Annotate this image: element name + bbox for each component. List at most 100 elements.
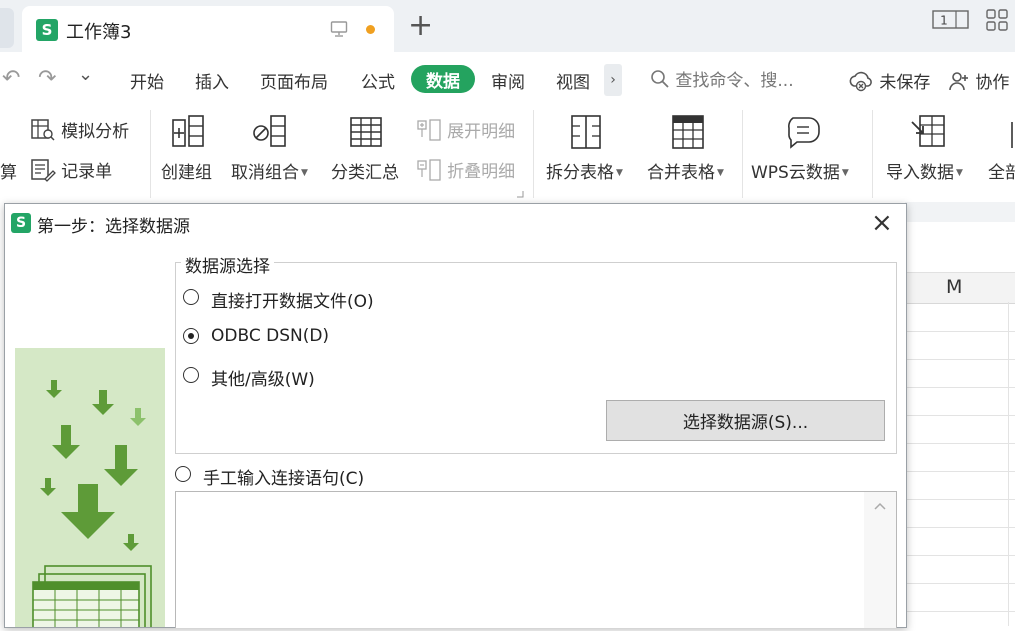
connection-string-textarea[interactable] <box>175 491 897 628</box>
expand-detail-button[interactable]: 展开明细 <box>416 117 515 142</box>
grid-row-line <box>905 555 1015 556</box>
collaborate-label: 协作 <box>975 73 1010 93</box>
record-form-label: 记录单 <box>61 162 113 182</box>
tab-formulas[interactable]: 公式 <box>361 68 395 93</box>
collapse-detail-label: 折叠明细 <box>447 162 516 182</box>
record-form-icon <box>31 159 56 182</box>
radio-manual-connection[interactable] <box>175 466 191 482</box>
subtotal-icon <box>350 117 382 147</box>
grid-row-line <box>905 415 1015 416</box>
merge-table-icon <box>672 115 704 149</box>
create-group-label: 创建组 <box>161 163 212 183</box>
close-icon[interactable]: × <box>871 208 893 238</box>
radio-other-advanced[interactable] <box>183 367 199 383</box>
command-search[interactable]: 查找命令、搜... <box>650 66 794 91</box>
tab-insert[interactable]: 插入 <box>195 68 229 93</box>
select-data-source-button[interactable]: 选择数据源(S)... <box>606 400 885 441</box>
partial-ribbon-label[interactable]: 算 <box>0 158 17 183</box>
grid-row-line <box>905 527 1015 528</box>
radio-open-data-file[interactable] <box>183 289 199 305</box>
wps-spreadsheet-logo-icon: S <box>36 19 58 41</box>
tab-page-layout[interactable]: 页面布局 <box>260 68 328 93</box>
grid-column-line <box>1008 302 1009 626</box>
quick-access-dropdown-icon[interactable]: ⌄ <box>78 64 93 85</box>
previous-tab-stub[interactable] <box>0 8 14 48</box>
refresh-all-icon <box>1011 122 1013 148</box>
wps-cloud-data-label: WPS云数据 ▼ <box>751 163 849 183</box>
undo-icon[interactable]: ↶ <box>2 66 20 91</box>
ungroup-button[interactable]: 取消组合 ▼ <box>229 112 317 192</box>
select-data-source-dialog: S 第一步：选择数据源 × 数据源选择 直接打开数据文件(O) ODBC DSN… <box>4 203 907 631</box>
subtotal-label: 分类汇总 <box>331 163 399 183</box>
refresh-all-label: 全部 <box>988 163 1015 183</box>
dropdown-caret-icon: ▼ <box>717 168 724 178</box>
wps-spreadsheet-logo-icon: S <box>11 213 31 233</box>
unsaved-indicator-dot <box>366 25 375 34</box>
dropdown-caret-icon: ▼ <box>301 168 308 178</box>
grid-view-icon[interactable] <box>986 9 1008 31</box>
person-add-icon <box>949 72 968 91</box>
data-source-group-title: 数据源选择 <box>181 252 274 277</box>
ribbon-divider <box>533 110 534 198</box>
tab-view[interactable]: 视图 <box>556 68 590 93</box>
grid-row-line <box>905 471 1015 472</box>
monitor-icon[interactable] <box>330 20 348 38</box>
record-form-button[interactable]: 记录单 <box>30 157 112 182</box>
radio-odbc-dsn[interactable] <box>183 328 199 344</box>
what-if-analysis-label: 模拟分析 <box>61 122 130 142</box>
textarea-scrollbar[interactable] <box>864 492 896 628</box>
tab-home[interactable]: 开始 <box>130 68 164 93</box>
merge-table-label: 合并表格 ▼ <box>647 163 724 183</box>
data-import-illustration <box>15 348 165 631</box>
page-view-icon[interactable]: 1 <box>932 9 970 31</box>
column-header-m[interactable]: M <box>946 276 962 298</box>
cloud-data-icon <box>788 117 820 149</box>
formula-bar[interactable] <box>905 202 1015 222</box>
grid-row-line <box>905 443 1015 444</box>
merge-table-button[interactable]: 合并表格 ▼ <box>647 112 733 192</box>
import-data-icon <box>911 115 945 147</box>
collaborate-button[interactable]: 协作 <box>948 68 1009 93</box>
scroll-up-icon[interactable] <box>874 502 886 510</box>
what-if-analysis-button[interactable]: 模拟分析 <box>30 117 129 142</box>
create-group-button[interactable]: 创建组 <box>159 112 219 192</box>
document-tab[interactable]: S 工作簿3 <box>22 6 394 52</box>
ribbon-divider <box>150 110 151 198</box>
tab-data[interactable]: 数据 <box>411 65 475 93</box>
refresh-all-button[interactable]: 全部 <box>988 112 1015 192</box>
ribbon-divider <box>872 110 873 198</box>
import-data-label: 导入数据 ▼ <box>886 163 963 183</box>
dropdown-caret-icon: ▼ <box>616 168 623 178</box>
split-table-button[interactable]: 拆分表格 ▼ <box>546 112 632 192</box>
dialog-title: 第一步：选择数据源 <box>37 217 190 237</box>
new-tab-button[interactable]: + <box>408 10 433 42</box>
dropdown-caret-icon: ▼ <box>956 168 963 178</box>
grid-row-line <box>905 331 1015 332</box>
group-dialog-launcher-icon[interactable] <box>516 190 524 198</box>
redo-icon[interactable]: ↷ <box>38 66 56 91</box>
grid-row-line <box>905 387 1015 388</box>
ungroup-icon <box>253 115 286 147</box>
expand-detail-icon <box>417 119 441 141</box>
collapse-detail-button[interactable]: 折叠明细 <box>416 157 515 182</box>
import-data-button[interactable]: 导入数据 ▼ <box>886 112 976 192</box>
wps-cloud-data-button[interactable]: WPS云数据 ▼ <box>751 112 861 192</box>
ungroup-label: 取消组合 ▼ <box>231 163 308 183</box>
save-status[interactable]: 未保存 <box>848 68 930 93</box>
expand-detail-label: 展开明细 <box>447 122 516 142</box>
grid-row-line <box>905 499 1015 500</box>
split-table-icon <box>571 115 601 149</box>
option-odbc-dsn-label: ODBC DSN(D) <box>211 326 330 346</box>
collapse-detail-icon <box>417 159 441 181</box>
ribbon-divider <box>742 110 743 198</box>
tab-review[interactable]: 审阅 <box>491 68 525 93</box>
create-group-icon <box>172 115 204 147</box>
more-tabs-button[interactable]: › <box>604 64 622 96</box>
document-title: 工作簿3 <box>66 22 132 43</box>
subtotal-button[interactable]: 分类汇总 <box>331 112 405 192</box>
split-table-label: 拆分表格 ▼ <box>546 163 623 183</box>
save-status-label: 未保存 <box>879 73 931 93</box>
option-open-data-file-label: 直接打开数据文件(O) <box>211 292 374 312</box>
search-icon <box>651 70 669 88</box>
search-placeholder: 查找命令、搜... <box>675 71 794 91</box>
